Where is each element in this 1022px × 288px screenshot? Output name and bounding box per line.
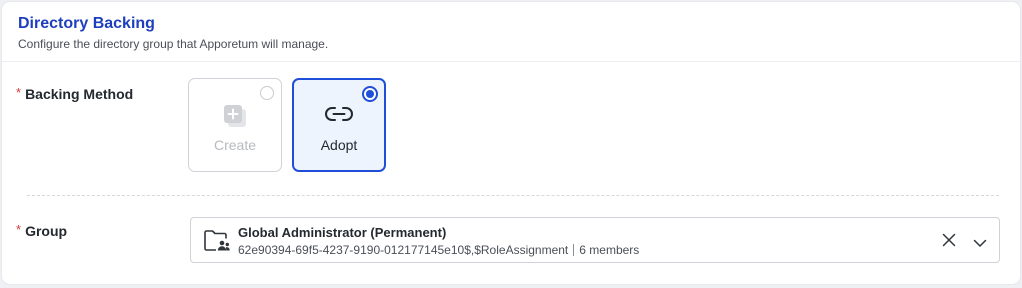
adopt-radio[interactable] bbox=[362, 86, 378, 102]
link-icon bbox=[324, 104, 354, 129]
create-option-label: Create bbox=[213, 137, 257, 153]
folder-group-icon bbox=[202, 228, 230, 259]
adopt-option-label: Adopt bbox=[320, 137, 358, 153]
backing-option-adopt[interactable]: Adopt bbox=[292, 78, 386, 172]
group-name: Global Administrator (Permanent) bbox=[238, 225, 447, 240]
required-mark: * bbox=[16, 85, 22, 100]
chevron-down-icon[interactable] bbox=[973, 235, 987, 253]
group-select[interactable]: Global Administrator (Permanent) 62e9039… bbox=[190, 217, 1000, 263]
header-divider bbox=[2, 61, 1020, 62]
field-divider bbox=[27, 195, 999, 196]
group-label: * Group bbox=[16, 222, 67, 239]
group-id: 62e90394-69f5-4237-9190-012177145e10$,$R… bbox=[238, 243, 569, 257]
directory-backing-card: Directory Backing Configure the director… bbox=[2, 2, 1020, 284]
add-square-icon bbox=[222, 103, 248, 134]
backing-method-label-text: Backing Method bbox=[25, 86, 134, 102]
meta-separator bbox=[573, 244, 575, 256]
required-mark: * bbox=[16, 222, 22, 237]
section-header: Directory Backing Configure the director… bbox=[18, 14, 328, 52]
backing-option-create[interactable]: Create bbox=[188, 78, 282, 172]
create-radio[interactable] bbox=[260, 86, 274, 100]
section-subtitle: Configure the directory group that Appor… bbox=[18, 37, 329, 51]
backing-method-label: * Backing Method bbox=[16, 85, 133, 102]
group-member-count: 6 members bbox=[579, 243, 640, 257]
group-meta: 62e90394-69f5-4237-9190-012177145e10$,$R… bbox=[238, 243, 639, 257]
group-label-text: Group bbox=[25, 223, 68, 239]
section-title: Directory Backing bbox=[18, 15, 155, 32]
clear-icon[interactable] bbox=[942, 233, 956, 252]
